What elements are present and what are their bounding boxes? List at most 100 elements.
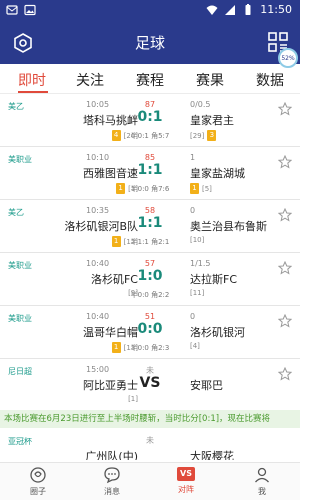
away-rank: [4]: [190, 342, 200, 350]
away-rank: [29]: [190, 131, 205, 140]
match-odds: 1/1.5: [190, 259, 211, 268]
away-meta: [10]: [190, 236, 204, 244]
away-team: 大阪樱花: [190, 450, 234, 460]
half-corner-info: 半0:0 角2:2: [130, 291, 170, 299]
progress-badge[interactable]: 52%: [278, 48, 298, 68]
away-team: 安耶巴: [190, 379, 223, 392]
away-team: 洛杉矶银河: [190, 326, 245, 339]
match-row[interactable]: 美乙 10:05 87 0/0.5 塔科马挑衅 0:1 皇家君主 半0:1 角5…: [0, 95, 300, 147]
match-score: 0:1: [137, 109, 163, 125]
away-rank: [5]: [202, 184, 212, 193]
tab-bar: 即时 关注 赛程 赛果 数据: [0, 64, 300, 94]
home-meta: 1 [1]: [116, 183, 138, 194]
home-meta: [1]: [128, 395, 138, 403]
league-label: 亚冠杯: [8, 437, 32, 446]
nav-messages[interactable]: 消息: [82, 466, 142, 497]
home-meta: 1 [13]: [111, 342, 138, 353]
tab-results[interactable]: 赛果: [196, 70, 224, 90]
match-time: 10:40: [86, 312, 110, 321]
match-minute: 85: [144, 153, 156, 162]
match-odds: 0: [190, 312, 196, 321]
home-rank: [13]: [123, 343, 138, 352]
circle-icon: [29, 466, 47, 484]
tab-follow[interactable]: 关注: [76, 70, 104, 90]
status-time: 11:50: [260, 3, 292, 16]
nav-label: 我: [258, 487, 266, 496]
away-meta: [4]: [190, 342, 200, 350]
signal-icon: [224, 4, 236, 16]
favorite-star-icon[interactable]: [278, 102, 292, 116]
match-score: 1:1: [137, 215, 163, 231]
yellow-card-count: 1: [116, 183, 126, 194]
favorite-star-icon[interactable]: [278, 155, 292, 169]
match-row[interactable]: 美职业 10:40 51 0 温哥华白帽 0:0 洛杉矶银河 半0:0 角2:3…: [0, 307, 300, 359]
match-time: 15:00: [86, 365, 110, 374]
match-row[interactable]: 亚冠杯 未 广州队(中) 大阪樱花: [0, 430, 300, 460]
yellow-card-count: 1: [111, 342, 121, 353]
away-team: 皇家君主: [190, 114, 234, 127]
home-meta: [9]: [128, 289, 138, 297]
active-tab-indicator: [18, 91, 48, 93]
tab-live[interactable]: 即时: [18, 70, 46, 90]
away-meta: [11]: [190, 289, 204, 297]
home-rank: [1]: [128, 395, 138, 403]
match-row[interactable]: 美乙 10:35 58 0 洛杉矶银河B队 1:1 奥兰治县布鲁斯 半1:1 角…: [0, 201, 300, 253]
match-vs: VS: [139, 375, 161, 391]
image-icon: [24, 4, 36, 16]
favorite-star-icon[interactable]: [278, 208, 292, 222]
match-score: 1:0: [137, 268, 163, 284]
notice-ticker[interactable]: 本场比赛在6月23日进行至上半场时腰斩，当时比分[0:1]，现在比赛将: [0, 410, 300, 428]
match-score: 1:1: [137, 162, 163, 178]
favorite-star-icon[interactable]: [278, 261, 292, 275]
match-score: 0:0: [137, 321, 163, 337]
match-odds: 0/0.5: [190, 100, 211, 109]
league-label: 美职业: [8, 155, 32, 164]
match-time: 10:10: [86, 153, 110, 162]
home-meta: 4 [26]: [111, 130, 138, 141]
nav-matchups[interactable]: VS 对阵: [156, 466, 216, 495]
match-time: 10:35: [86, 206, 110, 215]
away-team: 达拉斯FC: [190, 273, 238, 286]
match-time: 10:05: [86, 100, 110, 109]
nav-label: 消息: [104, 487, 120, 496]
match-row[interactable]: 美职业 10:40 57 1/1.5 洛杉矶FC 1:0 达拉斯FC 半0:0 …: [0, 254, 300, 306]
nav-label: 对阵: [178, 485, 194, 494]
home-rank: [26]: [123, 131, 138, 140]
yellow-card-count: 1: [111, 236, 121, 247]
league-label: 美乙: [8, 102, 24, 111]
match-minute: 87: [144, 100, 156, 109]
league-label: 美职业: [8, 261, 32, 270]
app-bar: 足球: [0, 22, 300, 64]
yellow-card-count: 1: [190, 183, 199, 194]
league-label: 美职业: [8, 314, 32, 323]
yellow-card-count: 4: [111, 130, 121, 141]
away-rank: [11]: [190, 289, 205, 297]
bottom-nav: 圈子 消息 VS 对阵 我: [0, 462, 300, 500]
tab-schedule[interactable]: 赛程: [136, 70, 164, 90]
match-row[interactable]: 美职业 10:10 85 1 西雅图音速 1:1 皇家盐湖城 半0:0 角7:6…: [0, 148, 300, 200]
nav-label: 圈子: [30, 487, 46, 496]
away-meta: [29] 3: [190, 130, 217, 141]
home-meta: 1 [12]: [111, 236, 138, 247]
nav-circle[interactable]: 圈子: [8, 466, 68, 497]
away-team: 奥兰治县布鲁斯: [190, 220, 267, 233]
tab-data[interactable]: 数据: [256, 70, 284, 90]
match-minute: 58: [144, 206, 156, 215]
match-odds: 1: [190, 153, 196, 162]
match-row[interactable]: 尼日超 15:00 未 阿比亚勇士 VS 安耶巴 [1]: [0, 360, 300, 412]
notification-icon: [6, 4, 18, 16]
home-rank: [1]: [128, 184, 138, 193]
message-icon: [103, 466, 121, 484]
league-label: 尼日超: [8, 367, 32, 376]
home-rank: [12]: [123, 237, 138, 246]
league-label: 美乙: [8, 208, 24, 217]
away-team: 皇家盐湖城: [190, 167, 245, 180]
away-meta: 1 [5]: [190, 183, 212, 194]
yellow-card-count: 3: [207, 130, 217, 141]
battery-icon: [242, 3, 254, 16]
favorite-star-icon[interactable]: [278, 314, 292, 328]
nav-me[interactable]: 我: [232, 466, 292, 497]
favorite-star-icon[interactable]: [278, 367, 292, 381]
match-minute: 未: [146, 436, 154, 445]
page-title: 足球: [134, 34, 165, 52]
